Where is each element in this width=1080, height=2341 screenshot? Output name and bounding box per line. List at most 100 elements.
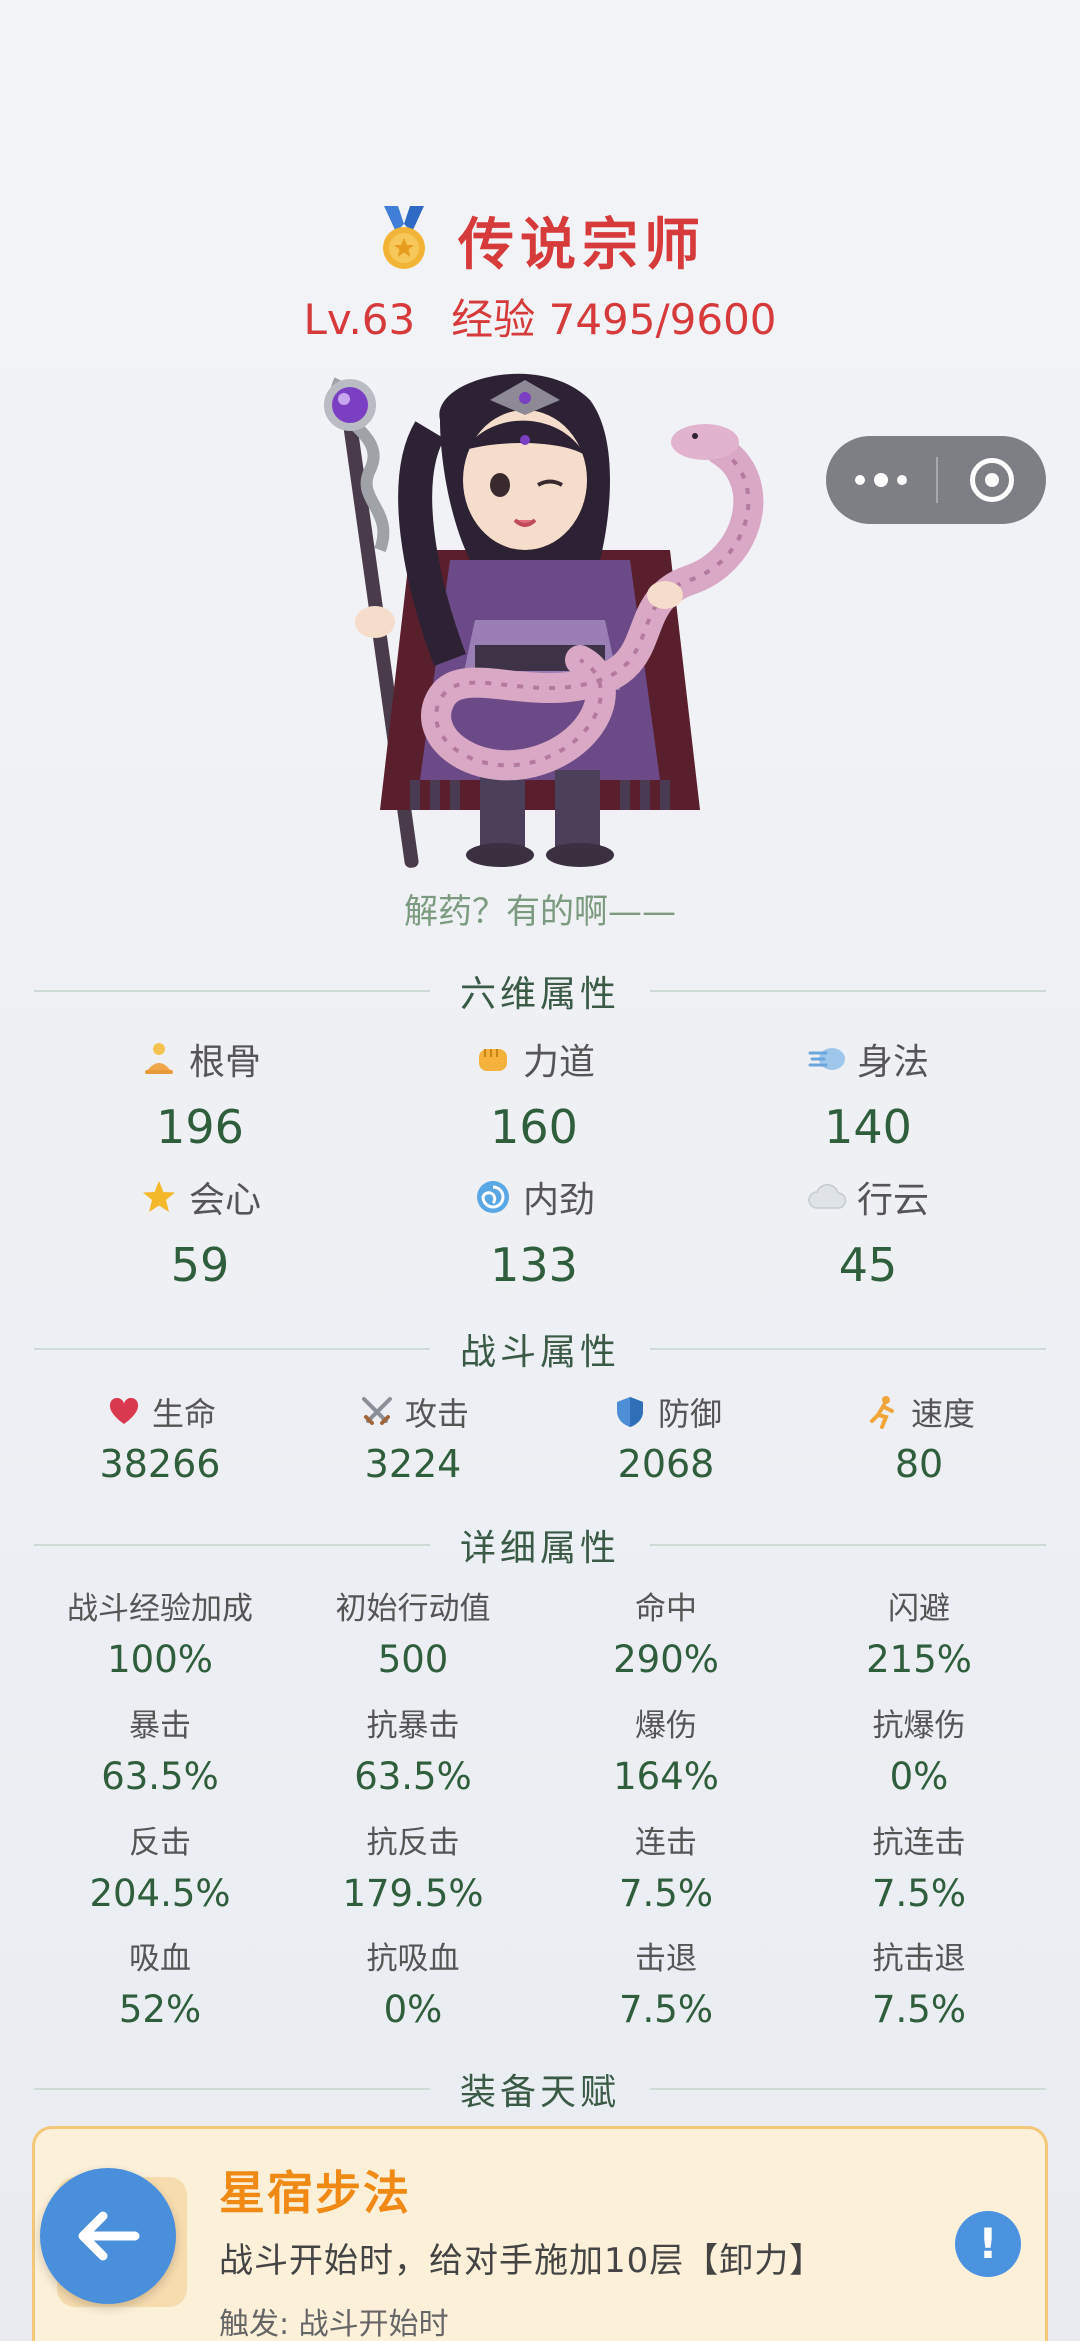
- stat-label: 反击: [129, 1825, 191, 1861]
- detail-stat: 抗连击 7.5%: [794, 1822, 1044, 1915]
- stat-label: 抗反击: [366, 1825, 460, 1861]
- stat-label: 会心: [188, 1180, 261, 1221]
- stat-label: 力道: [522, 1042, 595, 1083]
- stat-xingyun: 行云 45: [718, 1172, 1018, 1292]
- stat-value: 0%: [383, 1988, 443, 2031]
- section-title: 战斗属性: [460, 1332, 621, 1373]
- stat-value: 7.5%: [872, 1872, 966, 1915]
- section-talent: 装备天赋: [34, 2064, 1047, 2114]
- stat-value: 196: [156, 1100, 244, 1154]
- target-icon[interactable]: [938, 436, 1046, 524]
- stat-value: 59: [170, 1238, 230, 1292]
- stat-value: 7.5%: [619, 1872, 713, 1915]
- detail-stat: 闪避 215%: [794, 1588, 1044, 1681]
- stat-gengu: 根骨 196: [50, 1034, 350, 1154]
- stat-label: 身法: [856, 1042, 929, 1083]
- stat-value: 38266: [99, 1442, 221, 1486]
- stat-label: 抗暴击: [366, 1708, 460, 1744]
- stat-value: 80: [894, 1442, 944, 1486]
- stat-lidao: 力道 160: [384, 1034, 684, 1154]
- detail-stat: 抗暴击 63.5%: [288, 1705, 538, 1798]
- stat-value: 2068: [617, 1442, 715, 1486]
- stat-label: 战斗经验加成: [67, 1591, 253, 1627]
- section-title: 装备天赋: [460, 2072, 621, 2113]
- stat-value: 500: [377, 1638, 449, 1681]
- info-icon[interactable]: !: [955, 2211, 1021, 2277]
- meditate-icon: [139, 1039, 179, 1079]
- stat-value: 45: [838, 1238, 898, 1292]
- back-button[interactable]: [40, 2168, 176, 2304]
- stat-value: 179.5%: [342, 1872, 484, 1915]
- more-dots-icon[interactable]: [826, 436, 936, 524]
- cloud-icon: [807, 1177, 847, 1217]
- detail-stat: 抗爆伤 0%: [794, 1705, 1044, 1798]
- character-avatar: [324, 373, 764, 868]
- section-title: 六维属性: [460, 974, 621, 1015]
- combat-attack: 攻击 3224: [288, 1390, 538, 1486]
- stat-value: 160: [490, 1100, 578, 1154]
- stat-label: 抗吸血: [366, 1941, 460, 1977]
- stat-label: 生命: [151, 1395, 216, 1433]
- character-quote: 解药？有的啊——: [404, 892, 676, 932]
- detail-stat: 暴击 63.5%: [35, 1705, 285, 1798]
- stat-label: 防御: [657, 1395, 722, 1433]
- stat-neijin: 内劲 133: [384, 1172, 684, 1292]
- character-profile-screen: 传说宗师 Lv.63 经验 7495/9600 解药？有的啊—— 六维属性 根骨…: [0, 0, 1080, 2341]
- talent-name: 星宿步法: [219, 2166, 411, 2220]
- level-exp-row: Lv.63 经验 7495/9600: [0, 286, 1080, 347]
- talent-trigger: 触发: 战斗开始时: [219, 2307, 449, 2341]
- detail-stat: 抗击退 7.5%: [794, 1938, 1044, 2031]
- stat-label: 爆伤: [635, 1708, 697, 1744]
- stat-value: 140: [824, 1100, 912, 1154]
- arrow-left-icon: [78, 2211, 140, 2261]
- swirl-icon: [473, 1177, 513, 1217]
- level-text: Lv.63: [303, 295, 416, 344]
- rank-header: 传说宗师: [0, 200, 1080, 281]
- stat-label: 行云: [856, 1180, 929, 1221]
- stat-shenfa: 身法 140: [718, 1034, 1018, 1154]
- combat-defense: 防御 2068: [541, 1390, 791, 1486]
- stat-label: 击退: [635, 1941, 697, 1977]
- exp-text: 经验 7495/9600: [451, 295, 777, 344]
- detail-stat: 击退 7.5%: [541, 1938, 791, 2031]
- heart-icon: [104, 1392, 144, 1432]
- stat-label: 抗连击: [872, 1825, 966, 1861]
- stat-label: 速度: [910, 1395, 975, 1433]
- stat-value: 52%: [118, 1988, 202, 2031]
- swords-icon: [357, 1392, 397, 1432]
- stat-value: 63.5%: [101, 1755, 219, 1798]
- wind-icon: [807, 1039, 847, 1079]
- stat-value: 290%: [613, 1638, 719, 1681]
- medal-icon: [374, 205, 434, 276]
- stat-label: 连击: [635, 1825, 697, 1861]
- detail-stat: 抗反击 179.5%: [288, 1822, 538, 1915]
- stat-label: 吸血: [129, 1941, 191, 1977]
- detail-stat: 命中 290%: [541, 1588, 791, 1681]
- stat-value: 63.5%: [354, 1755, 472, 1798]
- stat-label: 暴击: [129, 1708, 191, 1744]
- runner-icon: [863, 1392, 903, 1432]
- stat-label: 抗爆伤: [872, 1708, 966, 1744]
- stat-value: 3224: [364, 1442, 462, 1486]
- stat-value: 7.5%: [619, 1988, 713, 2031]
- talent-card[interactable]: 星宿步法 战斗开始时，给对手施加10层【卸力】 触发: 战斗开始时 !: [32, 2126, 1048, 2341]
- stat-label: 命中: [635, 1591, 697, 1627]
- detail-stat: 抗吸血 0%: [288, 1938, 538, 2031]
- talent-description: 战斗开始时，给对手施加10层【卸力】: [219, 2241, 825, 2281]
- detail-stat: 战斗经验加成 100%: [35, 1588, 285, 1681]
- stat-value: 164%: [613, 1755, 719, 1798]
- detail-stat: 反击 204.5%: [35, 1822, 285, 1915]
- combat-hp: 生命 38266: [35, 1390, 285, 1486]
- detail-stat: 连击 7.5%: [541, 1822, 791, 1915]
- stat-label: 攻击: [404, 1395, 469, 1433]
- star-icon: [139, 1177, 179, 1217]
- detail-stat: 初始行动值 500: [288, 1588, 538, 1681]
- section-title: 详细属性: [460, 1528, 621, 1569]
- stat-label: 根骨: [188, 1042, 261, 1083]
- miniprogram-capsule: [826, 436, 1046, 524]
- fist-icon: [473, 1039, 513, 1079]
- detail-stat: 爆伤 164%: [541, 1705, 791, 1798]
- stat-huixin: 会心 59: [50, 1172, 350, 1292]
- stat-label: 内劲: [522, 1180, 595, 1221]
- section-detail-stats: 详细属性: [34, 1520, 1047, 1570]
